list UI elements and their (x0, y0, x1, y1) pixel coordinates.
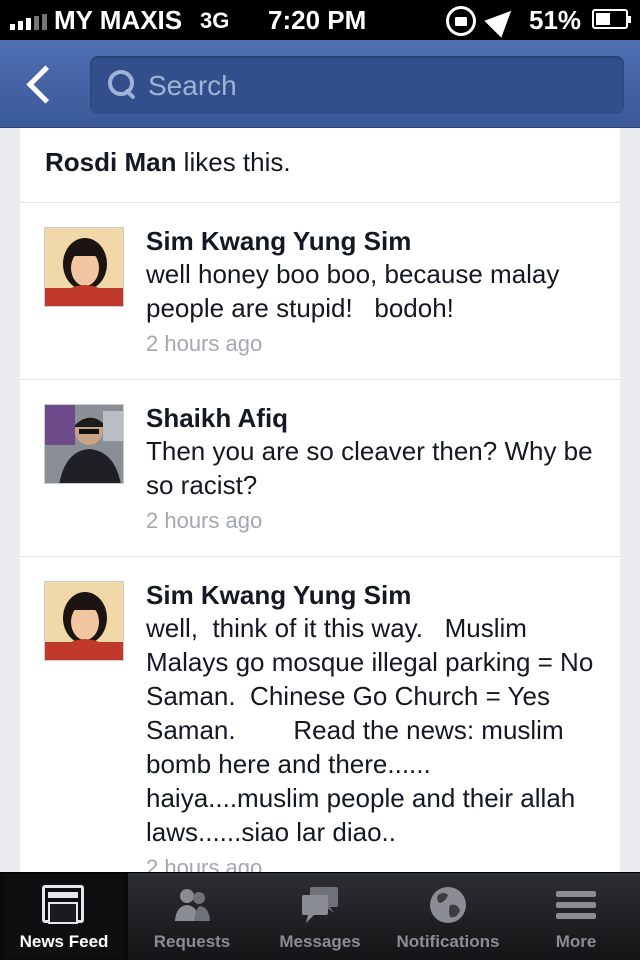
tab-requests[interactable]: Requests (128, 873, 256, 960)
comment-timestamp[interactable]: 2 hours ago (146, 504, 600, 538)
tab-more[interactable]: More (512, 873, 640, 960)
comment-author[interactable]: Shaikh Afiq (146, 402, 600, 434)
tab-notifications[interactable]: Notifications (384, 873, 512, 960)
battery-icon (592, 9, 631, 29)
comment-timestamp[interactable]: 2 hours ago (146, 851, 600, 872)
comment-text: well honey boo boo, because malay people… (146, 259, 567, 323)
comment-item: Shaikh Afiq Then you are so cleaver then… (20, 380, 620, 557)
clock: 7:20 PM (268, 5, 367, 35)
comment-text: Then you are so cleaver then? Why be so … (146, 436, 600, 500)
comment-item: Sim Kwang Yung Sim well honey boo boo, b… (20, 203, 620, 380)
comment-author[interactable]: Sim Kwang Yung Sim (146, 579, 600, 611)
tab-label: Requests (153, 932, 231, 951)
search-placeholder: Search (148, 70, 237, 101)
location-arrow-icon (484, 2, 520, 38)
tab-news-feed[interactable]: News Feed (0, 873, 128, 960)
avatar[interactable] (44, 404, 124, 484)
network-type: 3G (200, 8, 230, 33)
likes-summary[interactable]: Rosdi Man likes this. (20, 128, 620, 203)
navigation-bar: Search (0, 40, 640, 128)
comment-item: Sim Kwang Yung Sim well, think of it thi… (20, 557, 620, 872)
chat-bubbles-icon (302, 887, 338, 923)
likes-suffix: likes this. (176, 147, 291, 177)
battery-percent: 51% (529, 5, 582, 35)
menu-lines-icon (556, 891, 596, 919)
avatar[interactable] (44, 581, 124, 661)
back-button[interactable] (22, 62, 62, 106)
tab-label: News Feed (19, 932, 109, 951)
news-feed-icon (42, 885, 84, 924)
tab-label: Messages (279, 932, 361, 951)
friends-icon (175, 889, 210, 921)
globe-icon (430, 887, 466, 923)
carrier-name: MY MAXIS (54, 5, 183, 35)
signal-icon (10, 14, 47, 30)
search-input[interactable]: Search (90, 56, 624, 114)
comment-author[interactable]: Sim Kwang Yung Sim (146, 225, 600, 257)
comment-timestamp[interactable]: 2 hours ago (146, 327, 600, 361)
tab-messages[interactable]: Messages (256, 873, 384, 960)
comment-text: well, think of it this way. Muslim Malay… (146, 613, 601, 847)
tab-bar: News Feed Requests Messages Notification… (0, 872, 640, 960)
comments-panel: Rosdi Man likes this. Sim Kwang Yung Sim… (20, 128, 620, 872)
status-bar: MY MAXIS 3G 7:20 PM 51% (0, 0, 640, 40)
liker-name[interactable]: Rosdi Man (45, 147, 176, 177)
tab-label: Notifications (396, 932, 500, 951)
avatar[interactable] (44, 227, 124, 307)
tab-label: More (555, 932, 597, 951)
search-icon (108, 70, 138, 100)
rotation-lock-icon (446, 6, 476, 36)
